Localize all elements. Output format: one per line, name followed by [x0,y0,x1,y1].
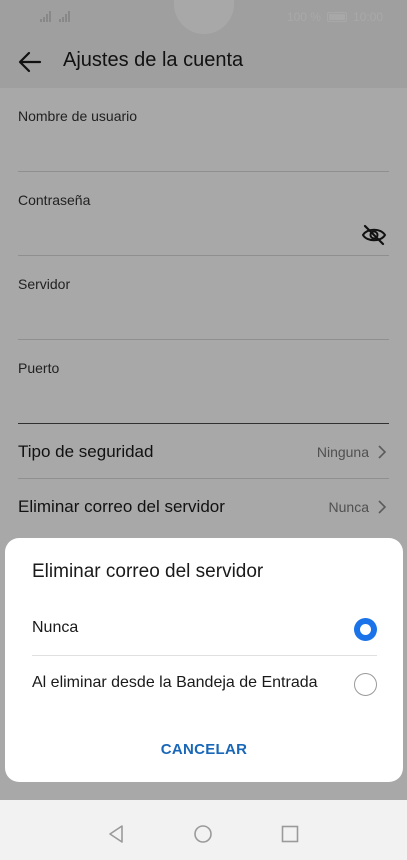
option-on-inbox-delete[interactable]: Al eliminar desde la Bandeja de Entrada [32,656,377,711]
radio-selected[interactable] [354,618,377,641]
delete-mail-dialog: Eliminar correo del servidor Nunca Al el… [5,538,403,782]
dialog-title: Eliminar correo del servidor [32,561,264,582]
home-circle-icon[interactable] [193,824,213,844]
cancel-button[interactable]: CANCELAR [5,741,403,758]
option-on-inbox-delete-label: Al eliminar desde la Bandeja de Entrada [32,674,318,691]
recents-square-icon[interactable] [280,824,300,844]
screen: 100 % 10:00 Ajustes de la cuenta Nombre … [0,0,407,860]
option-never-label: Nunca [32,619,79,636]
option-never[interactable]: Nunca [32,601,377,656]
back-triangle-icon[interactable] [106,824,126,844]
system-nav-bar [0,800,407,860]
radio-unselected[interactable] [354,673,377,696]
